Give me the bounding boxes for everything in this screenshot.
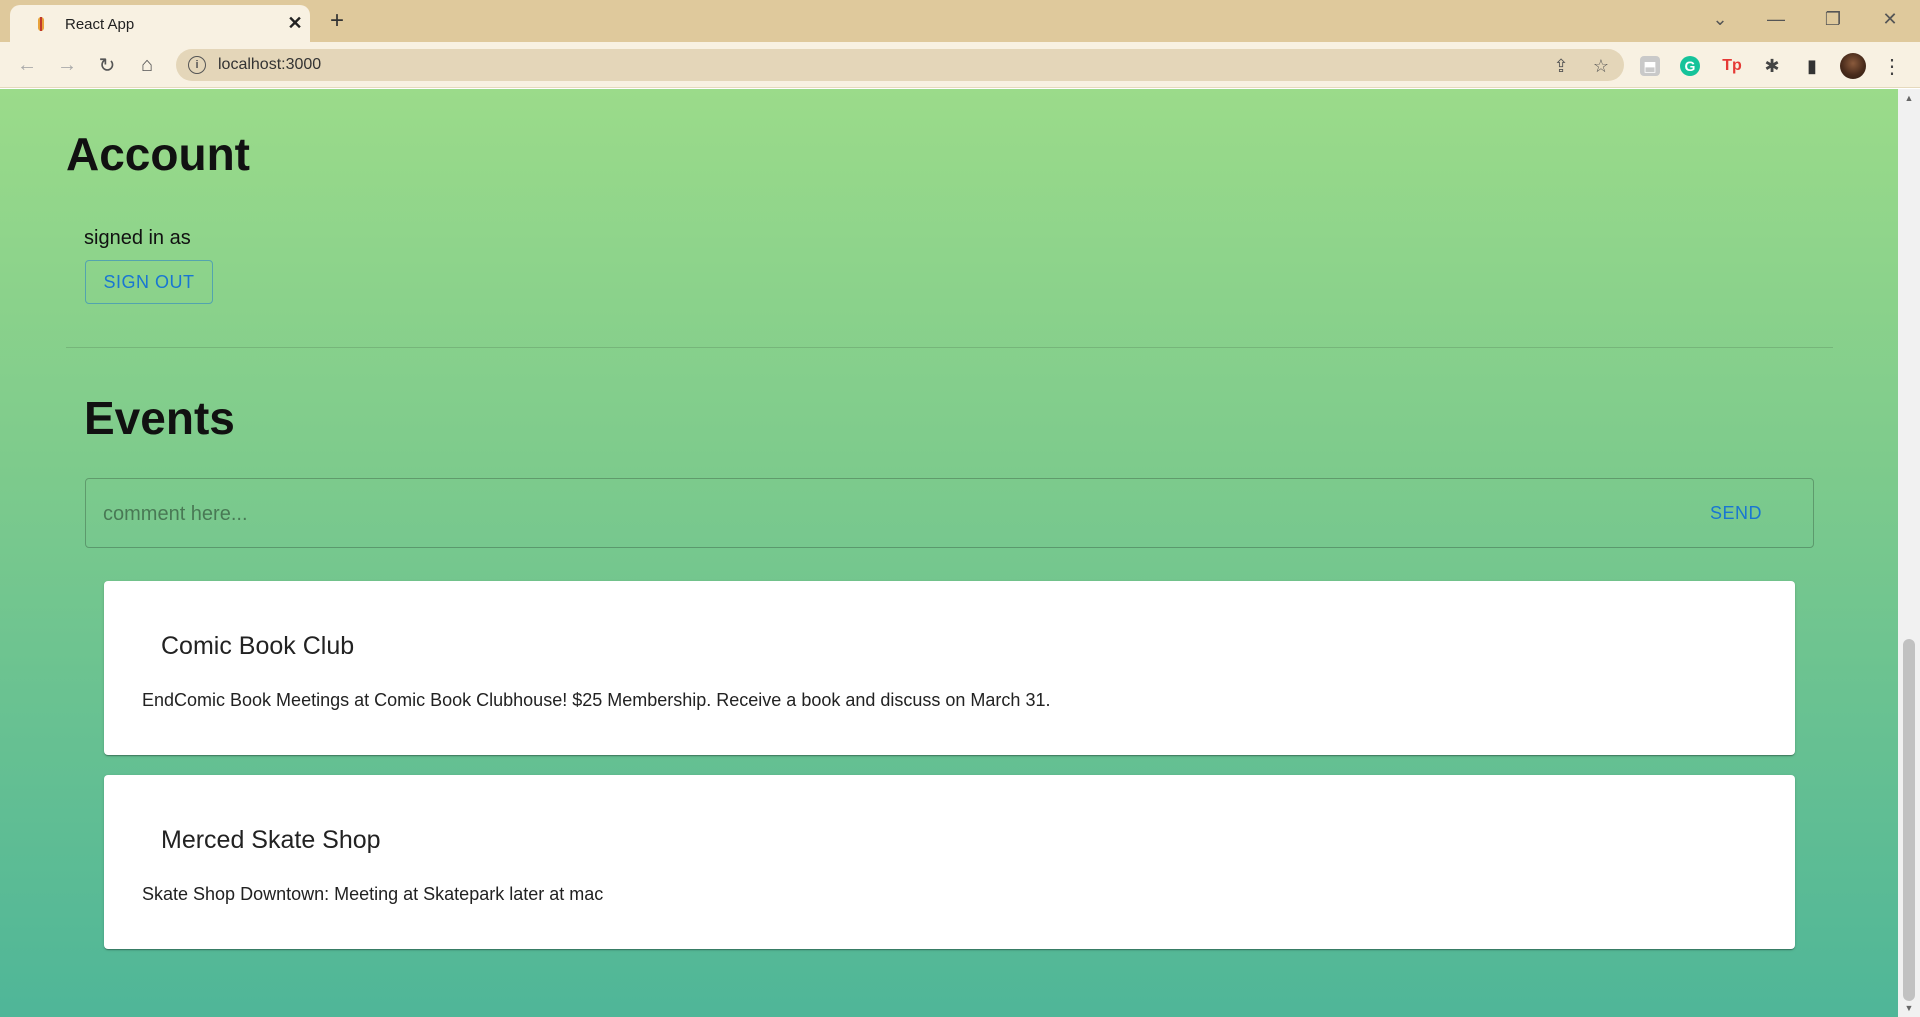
home-button[interactable]: ⌂ <box>132 50 162 80</box>
bookmark-star-icon[interactable]: ☆ <box>1590 55 1612 77</box>
signed-in-text: signed in as <box>84 227 191 249</box>
comment-box: SEND <box>85 478 1814 548</box>
side-panel-icon[interactable]: ▮ <box>1800 54 1824 78</box>
tp-extension-icon[interactable]: Tp <box>1720 54 1744 78</box>
event-card: Comic Book Club EndComic Book Meetings a… <box>104 581 1795 755</box>
scroll-down-icon[interactable]: ▼ <box>1903 1003 1915 1015</box>
site-info-icon[interactable]: i <box>188 56 206 74</box>
sign-out-button[interactable]: SIGN OUT <box>85 260 213 304</box>
address-url[interactable]: localhost:3000 <box>218 56 321 74</box>
scroll-thumb[interactable] <box>1903 639 1915 1001</box>
extension-icon[interactable]: ⬒ <box>1640 56 1660 76</box>
profile-avatar[interactable] <box>1840 53 1866 79</box>
share-icon[interactable]: ⇪ <box>1550 55 1572 77</box>
tab-title: React App <box>65 16 135 33</box>
reload-button[interactable]: ↻ <box>92 50 122 80</box>
scroll-up-icon[interactable]: ▲ <box>1903 93 1915 105</box>
browser-menu-icon[interactable]: ⋮ <box>1880 54 1904 78</box>
browser-tab[interactable]: React App ✕ <box>10 5 310 42</box>
tab-search-icon[interactable]: ⌄ <box>1700 4 1740 34</box>
event-title: Merced Skate Shop <box>161 826 381 854</box>
close-tab-icon[interactable]: ✕ <box>285 13 305 33</box>
account-heading: Account <box>66 128 250 180</box>
back-button[interactable]: ← <box>12 50 42 80</box>
minimize-button[interactable]: — <box>1756 4 1796 34</box>
section-divider <box>66 347 1833 348</box>
event-title: Comic Book Club <box>161 632 355 660</box>
close-window-button[interactable]: ✕ <box>1870 4 1910 34</box>
grammarly-icon[interactable]: G <box>1680 56 1700 76</box>
extensions-puzzle-icon[interactable]: ✱ <box>1760 54 1784 78</box>
restore-button[interactable]: ❐ <box>1813 4 1853 34</box>
browser-toolbar: ← → ↻ ⌂ i localhost:3000 ⇪ ☆ ⬒ G Tp ✱ ▮ … <box>0 42 1920 88</box>
address-bar[interactable]: i localhost:3000 ⇪ ☆ <box>176 49 1624 81</box>
send-button[interactable]: SEND <box>1686 493 1786 533</box>
event-description: Skate Shop Downtown: Meeting at Skatepar… <box>142 884 604 904</box>
page-scrollbar[interactable]: ▲ ▼ <box>1898 89 1920 1017</box>
events-heading: Events <box>84 392 235 444</box>
react-favicon-icon <box>38 17 44 31</box>
comment-input[interactable] <box>103 499 1603 529</box>
page-viewport: Account signed in as SIGN OUT Events SEN… <box>0 89 1898 1017</box>
event-card: Merced Skate Shop Skate Shop Downtown: M… <box>104 775 1795 949</box>
browser-tabstrip: React App ✕ + ⌄ — ❐ ✕ <box>0 0 1920 42</box>
forward-button[interactable]: → <box>52 50 82 80</box>
new-tab-button[interactable]: + <box>325 7 349 34</box>
event-description: EndComic Book Meetings at Comic Book Clu… <box>142 690 1051 710</box>
